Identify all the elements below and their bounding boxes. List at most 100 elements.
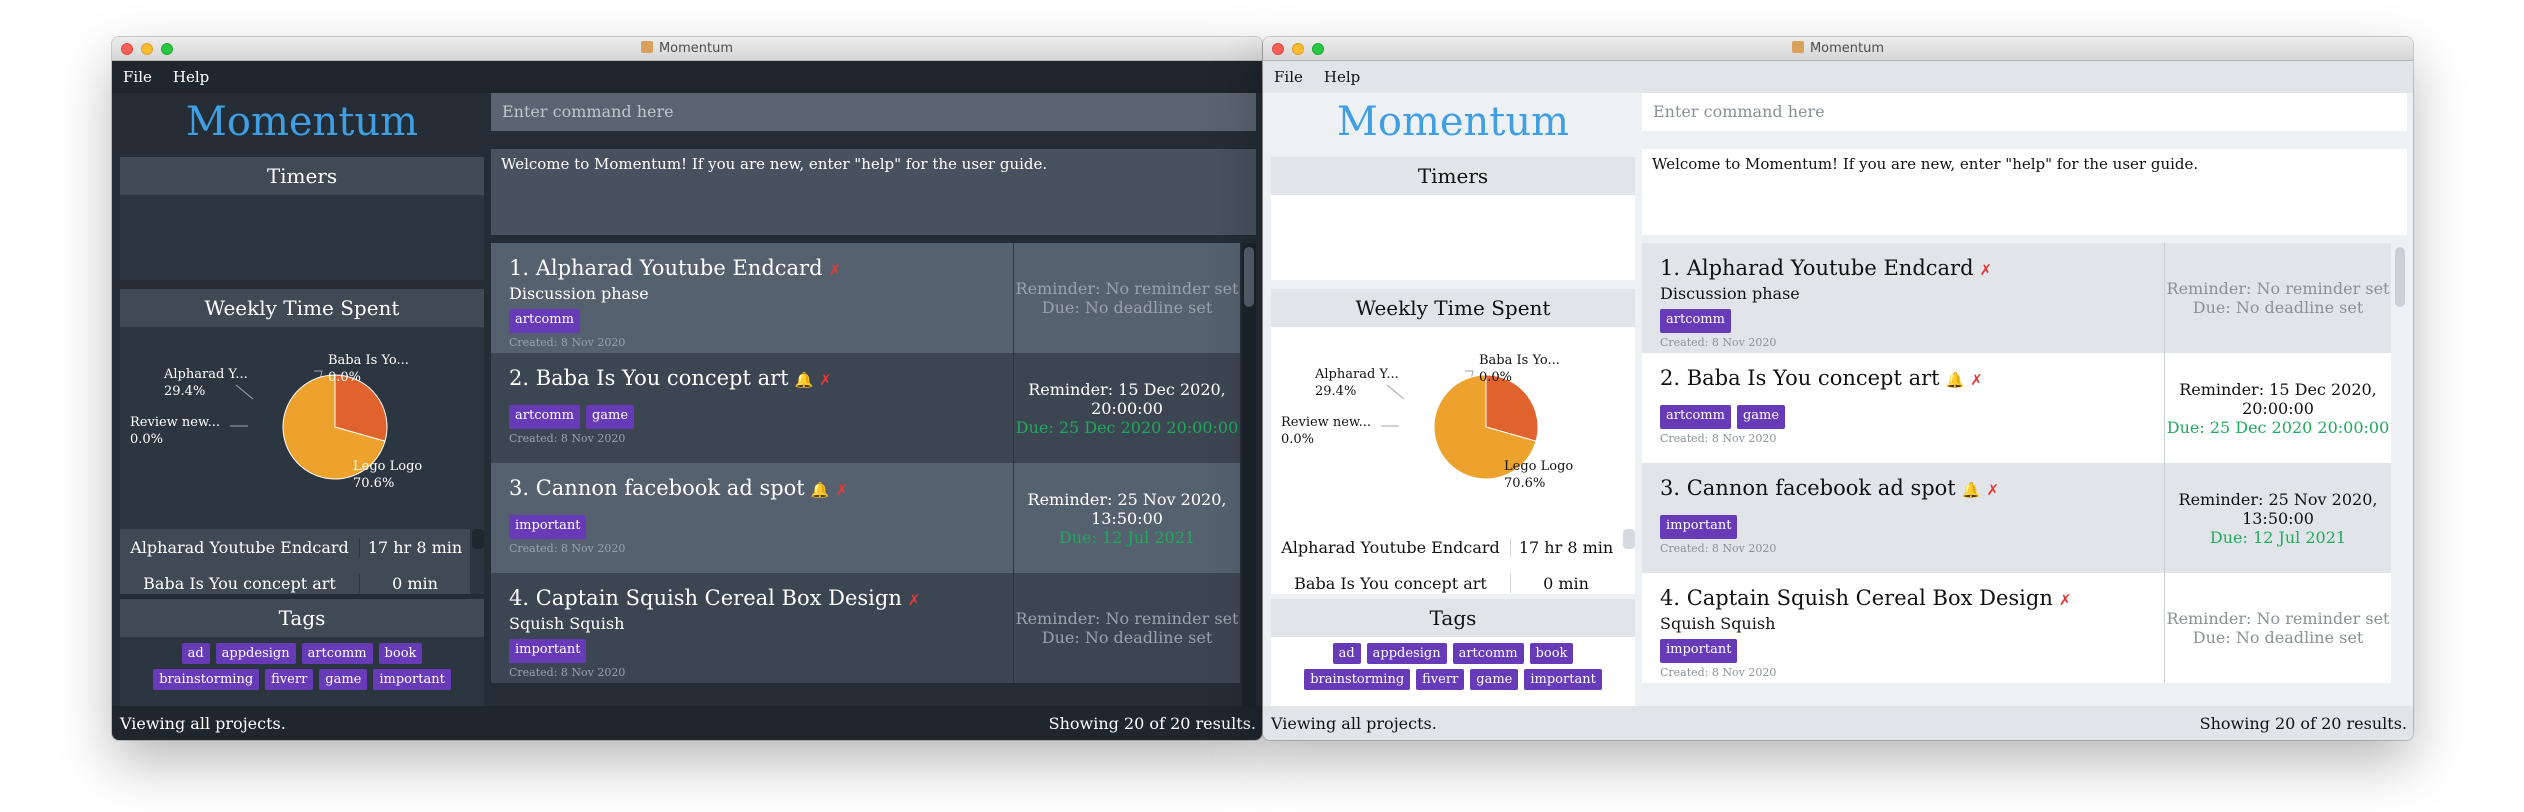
- menu-file[interactable]: File: [123, 68, 152, 86]
- pie-label-pct: 0.0%: [1479, 370, 1513, 385]
- project-tag-chip[interactable]: game: [1736, 405, 1786, 429]
- project-deadline-info: Reminder: 25 Nov 2020, 13:50:00 Due: 12 J…: [1013, 463, 1240, 573]
- project-card[interactable]: 1. Alpharad Youtube Endcard ✗ Discussion p…: [1642, 243, 2391, 353]
- app-logo: Momentum: [1336, 99, 1570, 145]
- maximize-window-button[interactable]: [161, 43, 173, 55]
- project-tag-chip[interactable]: artcomm: [1660, 309, 1731, 333]
- weekly-pie-chart: Alpharad Y... 29.4% Baba Is Yo... 0.0% R…: [120, 327, 484, 524]
- project-tag-chip[interactable]: artcomm: [509, 309, 580, 333]
- project-card[interactable]: 4. Captain Squish Cereal Box Design ✗ Squi…: [1642, 573, 2391, 683]
- project-list-scrollbar[interactable]: [1242, 243, 1256, 706]
- project-card[interactable]: 3. Cannon facebook ad spot 🔔 ✗ important Cre…: [1642, 463, 2391, 573]
- project-tag-chip[interactable]: important: [509, 639, 587, 663]
- minimize-window-button[interactable]: [141, 43, 153, 55]
- tag-chip[interactable]: artcomm: [1452, 643, 1524, 664]
- menu-help[interactable]: Help: [1324, 68, 1360, 86]
- command-input[interactable]: Enter command here: [1642, 93, 2407, 131]
- tag-chip[interactable]: artcomm: [301, 643, 373, 664]
- tag-chip[interactable]: game: [319, 669, 368, 690]
- project-deadline-info: Reminder: 15 Dec 2020, 20:00:00 Due: 25 D…: [1013, 353, 1240, 463]
- close-window-button[interactable]: [121, 43, 133, 55]
- app-logo: Momentum: [185, 99, 419, 145]
- project-deadline-info: Reminder: 15 Dec 2020, 20:00:00 Due: 25 D…: [2164, 353, 2391, 463]
- tags-panel: Tags ad appdesign artcomm book brainstorming…: [120, 599, 484, 706]
- tag-chip[interactable]: game: [1470, 669, 1519, 690]
- tag-chip[interactable]: book: [378, 643, 423, 664]
- project-tag-chip[interactable]: important: [1660, 639, 1738, 663]
- tag-list: ad appdesign artcomm book brainstorming fiver…: [120, 637, 484, 690]
- project-list[interactable]: 1. Alpharad Youtube Endcard ✗ Discussion p…: [1642, 243, 2391, 706]
- table-scrollbar[interactable]: [472, 529, 484, 549]
- project-created-date: Created: 8 Nov 2020: [1660, 336, 1777, 349]
- scrollbar-thumb[interactable]: [1244, 247, 1254, 307]
- project-card[interactable]: 1. Alpharad Youtube Endcard ✗ Discussion p…: [491, 243, 1240, 353]
- weekly-time-title: Weekly Time Spent: [120, 289, 484, 327]
- tag-chip[interactable]: important: [373, 669, 451, 690]
- tag-chip[interactable]: important: [1524, 669, 1602, 690]
- time-spent-table[interactable]: Alpharad Youtube Endcard 17 hr 8 min Bab…: [1271, 529, 1621, 594]
- project-name-row: 4. Captain Squish Cereal Box Design ✗: [1660, 585, 2164, 613]
- table-cell-project: Baba Is You concept art: [1271, 573, 1511, 593]
- tag-chip[interactable]: appdesign: [1366, 643, 1447, 664]
- pie-label-name: Baba Is Yo...: [328, 353, 409, 368]
- maximize-window-button[interactable]: [1312, 43, 1324, 55]
- tag-chip[interactable]: appdesign: [215, 643, 296, 664]
- title-bar[interactable]: Momentum: [112, 37, 1262, 61]
- menu-help[interactable]: Help: [173, 68, 209, 86]
- bell-icon: 🔔: [810, 481, 830, 499]
- project-created-date: Created: 8 Nov 2020: [1660, 432, 1777, 445]
- project-card-main: 1. Alpharad Youtube Endcard ✗ Discussion p…: [1642, 243, 2164, 353]
- project-tag-chip[interactable]: artcomm: [509, 405, 580, 429]
- tag-chip[interactable]: book: [1529, 643, 1574, 664]
- pie-label-baba: Baba Is Yo... 0.0%: [1479, 352, 1560, 386]
- time-spent-table[interactable]: Alpharad Youtube Endcard 17 hr 8 min Bab…: [120, 529, 470, 594]
- tag-chip[interactable]: fiverr: [265, 669, 314, 690]
- project-list-scrollbar[interactable]: [2393, 243, 2407, 706]
- title-bar[interactable]: Momentum: [1263, 37, 2413, 61]
- pie-label-pct: 29.4%: [1315, 384, 1357, 399]
- tag-chip[interactable]: fiverr: [1416, 669, 1465, 690]
- status-bar: Viewing all projects. Showing 20 of 20 r…: [112, 706, 1262, 740]
- tag-chip[interactable]: ad: [181, 643, 210, 664]
- command-input[interactable]: Enter command here: [491, 93, 1256, 131]
- project-tags: artcomm game: [1660, 405, 2164, 429]
- project-list[interactable]: 1. Alpharad Youtube Endcard ✗ Discussion p…: [491, 243, 1240, 706]
- left-sidebar: Momentum Timers Weekly Time Spent Alphar…: [120, 93, 484, 706]
- project-due: Due: No deadline set: [1041, 298, 1213, 317]
- pie-label-pct: 70.6%: [1504, 476, 1546, 491]
- project-tag-chip[interactable]: artcomm: [1660, 405, 1731, 429]
- project-card[interactable]: 4. Captain Squish Cereal Box Design ✗ Squi…: [491, 573, 1240, 683]
- pie-label-lego: Lego Logo 70.6%: [1504, 458, 1573, 492]
- project-tag-chip[interactable]: game: [585, 405, 635, 429]
- minimize-window-button[interactable]: [1292, 43, 1304, 55]
- close-window-button[interactable]: [1272, 43, 1284, 55]
- project-tags: artcomm: [509, 309, 1013, 333]
- window-title: Momentum: [1809, 41, 1885, 56]
- scrollbar-thumb[interactable]: [2395, 247, 2405, 307]
- menu-file[interactable]: File: [1274, 68, 1303, 86]
- project-card[interactable]: 2. Baba Is You concept art 🔔 ✗ artcomm game C…: [1642, 353, 2391, 463]
- pie-label-lego: Lego Logo 70.6%: [353, 458, 422, 492]
- delete-x-icon: ✗: [1970, 371, 1983, 389]
- project-name-row: 2. Baba Is You concept art 🔔 ✗: [1660, 365, 2164, 393]
- tag-chip[interactable]: brainstorming: [153, 669, 260, 690]
- pie-label-pct: 0.0%: [328, 370, 362, 385]
- status-left: Viewing all projects.: [120, 713, 286, 733]
- left-sidebar: Momentum Timers Weekly Time Spent Alphar…: [1271, 93, 1635, 706]
- project-card[interactable]: 3. Cannon facebook ad spot 🔔 ✗ important Cre…: [491, 463, 1240, 573]
- delete-x-icon: ✗: [1979, 261, 1993, 279]
- pie-label-pct: 29.4%: [164, 384, 206, 399]
- weekly-time-panel: Weekly Time Spent Alpharad Y... 29.4% Ba…: [1271, 289, 1635, 594]
- project-name: 4. Captain Squish Cereal Box Design: [509, 586, 902, 610]
- tag-chip[interactable]: ad: [1332, 643, 1361, 664]
- project-name: 1. Alpharad Youtube Endcard: [509, 256, 823, 280]
- project-name-row: 4. Captain Squish Cereal Box Design ✗: [509, 585, 1013, 613]
- table-scrollbar[interactable]: [1623, 529, 1635, 549]
- bell-icon: 🔔: [1945, 371, 1965, 389]
- project-tag-chip[interactable]: important: [1660, 515, 1738, 539]
- tag-chip[interactable]: brainstorming: [1304, 669, 1411, 690]
- project-created-date: Created: 8 Nov 2020: [1660, 542, 1777, 555]
- project-card[interactable]: 2. Baba Is You concept art 🔔 ✗ artcomm game C…: [491, 353, 1240, 463]
- pie-label-name: Alpharad Y...: [164, 367, 248, 382]
- project-tag-chip[interactable]: important: [509, 515, 587, 539]
